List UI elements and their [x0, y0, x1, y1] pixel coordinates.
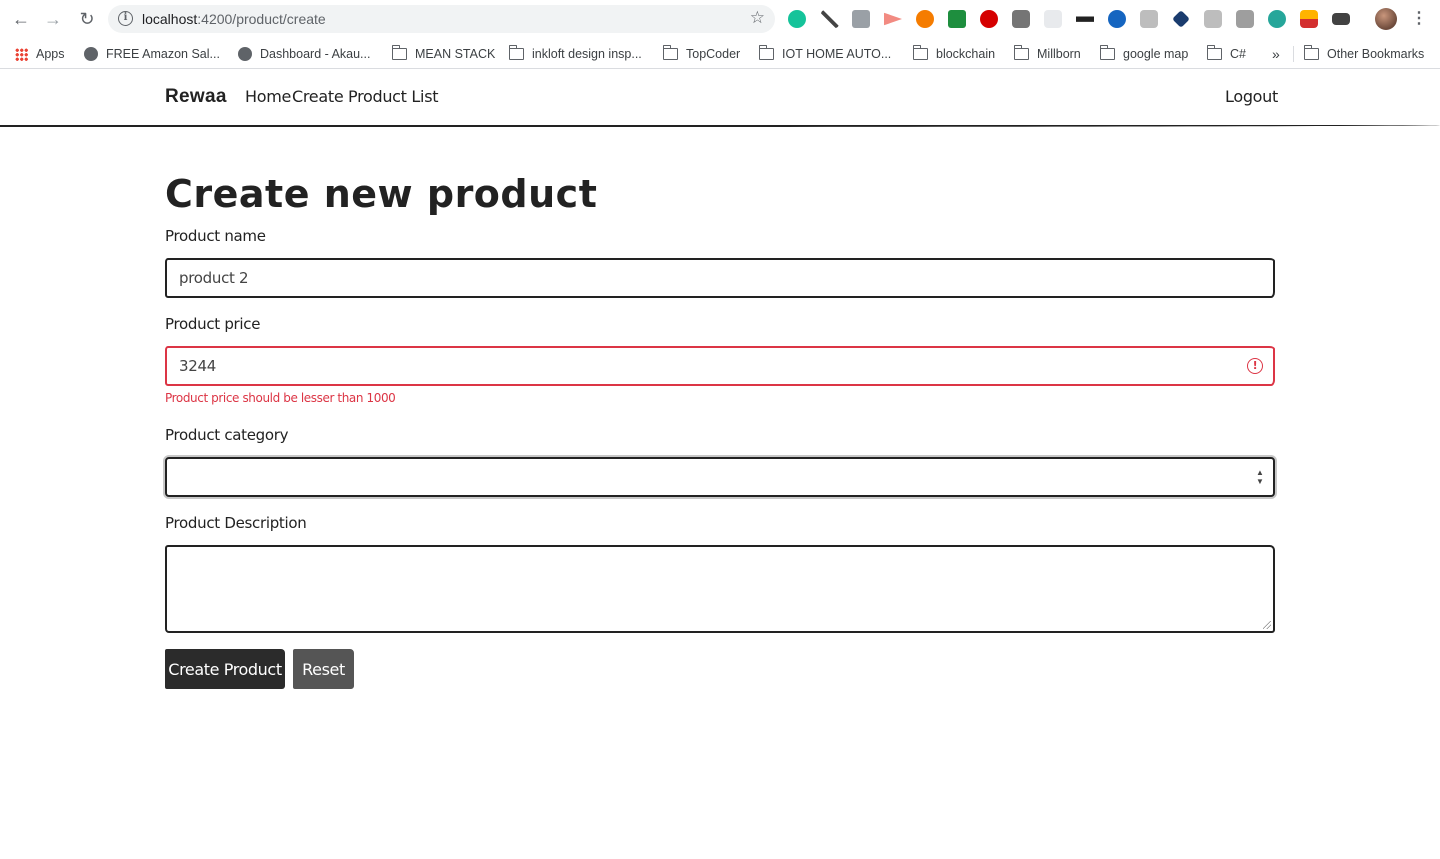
bookmark-label: Millborn: [1037, 47, 1081, 61]
ext-diamond-icon[interactable]: [1172, 10, 1190, 28]
product-name-value: product 2: [179, 269, 249, 287]
product-category-select[interactable]: ▲ ▼: [165, 457, 1275, 497]
bookmark-label: IOT HOME AUTO...: [782, 47, 892, 61]
bookmark-item[interactable]: FREE Amazon Sal...: [84, 45, 220, 63]
nav-link-product-list[interactable]: Product List: [348, 87, 439, 106]
ext-scout-icon[interactable]: [1140, 10, 1158, 28]
create-product-button[interactable]: Create Product: [165, 649, 285, 689]
resize-grip-icon[interactable]: [1263, 621, 1271, 629]
bookmarks-bar: Apps FREE Amazon Sal... Dashboard - Akau…: [0, 38, 1440, 69]
bookmark-folder[interactable]: C#: [1206, 45, 1246, 63]
bookmark-folder[interactable]: inkloft design insp...: [508, 45, 642, 63]
camera-extension-icon[interactable]: [852, 10, 870, 28]
bookmarks-overflow-button[interactable]: »: [1272, 45, 1280, 63]
bookmark-label: FREE Amazon Sal...: [106, 47, 220, 61]
eyedropper-extension-icon[interactable]: [821, 10, 839, 28]
grammarly-extension-icon[interactable]: [788, 10, 806, 28]
product-description-textarea[interactable]: [165, 545, 1275, 633]
bookmark-label: C#: [1230, 47, 1246, 61]
folder-icon: [1013, 45, 1029, 60]
forward-arrow-icon[interactable]: →: [42, 8, 64, 30]
page-title: Create new product: [165, 172, 598, 216]
cast-icon[interactable]: [1332, 13, 1350, 25]
bookmark-folder[interactable]: TopCoder: [662, 45, 741, 63]
browser-toolbar: ← → ↻ i localhost:4200/product/create ☆ …: [0, 0, 1440, 38]
address-bar[interactable]: i localhost:4200/product/create ☆: [108, 5, 775, 33]
bookmark-apps[interactable]: Apps: [15, 45, 65, 63]
bookmark-label: blockchain: [936, 47, 996, 61]
bookmark-star-icon[interactable]: ☆: [750, 8, 765, 28]
bookmark-folder[interactable]: Millborn: [1013, 45, 1081, 63]
folder-icon: [662, 45, 678, 60]
bookmarks-divider: [1293, 46, 1294, 62]
product-description-label: Product Description: [165, 514, 307, 532]
cors-extension-icon[interactable]: [948, 10, 966, 28]
select-arrows-icon: ▲ ▼: [1256, 468, 1264, 486]
folder-icon: [1206, 45, 1222, 60]
ext-grid-icon[interactable]: [1044, 10, 1062, 28]
ext-teal-icon[interactable]: [1268, 10, 1286, 28]
product-price-input[interactable]: 3244 !: [165, 346, 1275, 386]
nav-link-home[interactable]: Home: [245, 87, 291, 106]
folder-icon: [391, 45, 407, 60]
logout-link[interactable]: Logout: [1225, 87, 1278, 106]
site-info-icon[interactable]: i: [118, 11, 133, 26]
product-category-label: Product category: [165, 426, 289, 444]
bookmark-item[interactable]: Dashboard - Akau...: [238, 45, 370, 63]
ext-orange-icon[interactable]: [916, 10, 934, 28]
bookmark-folder[interactable]: google map: [1099, 45, 1189, 63]
product-price-label: Product price: [165, 315, 261, 333]
folder-icon: [758, 45, 774, 60]
profile-avatar[interactable]: [1375, 8, 1397, 30]
ext-pro-icon[interactable]: [1300, 10, 1318, 28]
app-navbar: Rewaa Home Create Product List Logout: [0, 70, 1440, 128]
other-bookmarks[interactable]: Other Bookmarks: [1303, 45, 1425, 63]
bookmark-label: MEAN STACK: [415, 47, 496, 61]
ext-blue-icon[interactable]: [1108, 10, 1126, 28]
folder-icon: [508, 45, 524, 60]
folder-icon: [1099, 45, 1115, 60]
bookmark-label: Other Bookmarks: [1327, 47, 1425, 61]
brand-logo[interactable]: Rewaa: [165, 86, 227, 108]
record-extension-icon[interactable]: [884, 12, 902, 26]
product-name-input[interactable]: product 2: [165, 258, 1275, 298]
adblock-extension-icon[interactable]: [980, 10, 998, 28]
browser-menu-icon[interactable]: ⋮: [1411, 9, 1427, 29]
globe-icon: [84, 47, 98, 61]
error-icon: !: [1247, 358, 1263, 374]
folder-icon: [1303, 45, 1319, 60]
reset-button[interactable]: Reset: [293, 649, 354, 689]
bookmark-label: TopCoder: [686, 47, 741, 61]
bookmark-label: Dashboard - Akau...: [260, 47, 371, 61]
bookmark-folder[interactable]: MEAN STACK: [391, 45, 496, 63]
bookmark-label: Apps: [36, 47, 65, 61]
back-arrow-icon[interactable]: ←: [10, 8, 32, 30]
ext-tm-icon[interactable]: [1236, 10, 1254, 28]
url-path: :4200/product/create: [197, 11, 326, 27]
apps-grid-icon: [15, 47, 28, 61]
nav-link-create[interactable]: Create: [292, 87, 344, 106]
folder-icon: [912, 45, 928, 60]
ext-g-icon[interactable]: [1012, 10, 1030, 28]
url-host: localhost: [142, 11, 198, 27]
bookmark-folder[interactable]: IOT HOME AUTO...: [758, 45, 892, 63]
globe-icon: [238, 47, 252, 61]
product-price-value: 3244: [179, 357, 216, 375]
address-url[interactable]: localhost:4200/product/create: [142, 11, 326, 27]
navbar-divider: [0, 125, 1440, 127]
reload-icon[interactable]: ↻: [76, 8, 98, 30]
bookmark-label: inkloft design insp...: [532, 47, 642, 61]
price-error-message: Product price should be lesser than 1000: [165, 391, 396, 405]
ext-gray-icon[interactable]: [1204, 10, 1222, 28]
product-name-label: Product name: [165, 227, 266, 245]
bookmark-label: google map: [1123, 47, 1189, 61]
incognito-extension-icon[interactable]: [1076, 10, 1094, 28]
bookmark-folder[interactable]: blockchain: [912, 45, 996, 63]
